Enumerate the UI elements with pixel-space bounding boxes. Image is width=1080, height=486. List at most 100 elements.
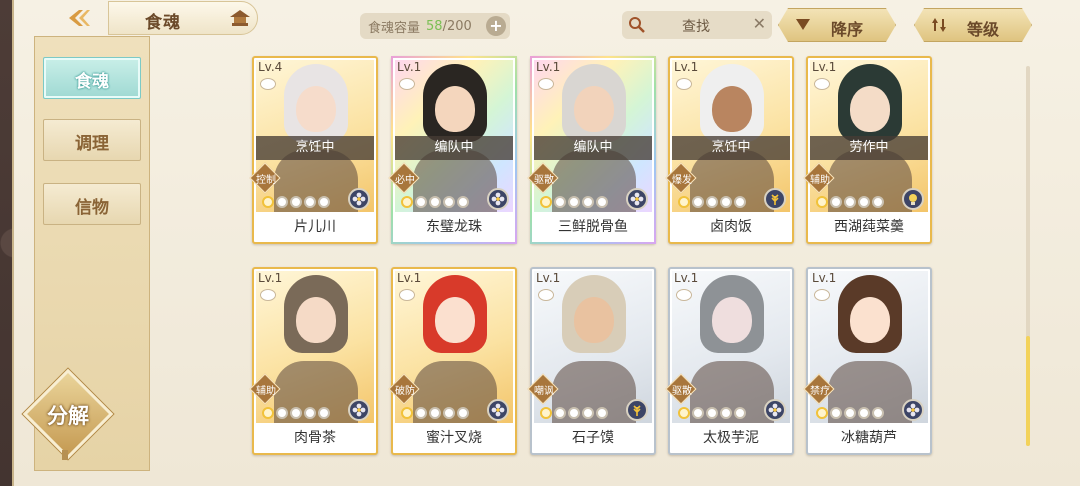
role-badge: 控制 [249,162,281,194]
star-icon [554,407,566,419]
card-status: 劳作中 [810,136,928,160]
star-icon [830,407,842,419]
star-icon [568,196,580,208]
character-card[interactable]: Lv.1 嘲讽 石子馍 [527,267,656,455]
star-icon [844,196,856,208]
star-icon [429,196,441,208]
star-icon [692,407,704,419]
bowl-icon [814,78,830,90]
search-clear-button[interactable]: ✕ [753,14,766,33]
star-icon [276,407,288,419]
character-card[interactable]: Lv.1 劳作中 辅助 西湖莼菜羹 [803,56,932,244]
star-icon [872,196,884,208]
sort-field-button[interactable]: 等级 [914,8,1032,42]
capacity-display: 食魂容量 58 /200 + [360,13,510,39]
role-badge: 禁疗 [803,373,835,405]
card-level: Lv.1 [397,271,422,285]
role-label: 必中 [395,175,415,186]
decompose-button[interactable]: 分解 [22,368,114,460]
card-level: Lv.1 [258,271,283,285]
bowl-icon [538,289,554,301]
star-icon [582,407,594,419]
star-icon [858,196,870,208]
flower-element-icon [487,399,509,421]
star-icon [429,407,441,419]
card-name: 石子馍 [572,430,614,446]
role-badge: 驱散 [527,162,559,194]
face-shape [712,297,752,343]
star-icon [678,196,690,208]
back-arrow-icon [69,10,90,26]
capacity-add-button[interactable]: + [486,16,506,36]
star-rating [401,196,469,210]
star-icon [596,407,608,419]
flower-element-icon [764,399,786,421]
card-status: 编队中 [395,136,513,160]
star-icon [457,196,469,208]
card-level: Lv.1 [536,60,561,74]
tab-xinwu[interactable]: 信物 [43,183,141,225]
card-name: 太极芋泥 [703,430,759,446]
card-level: Lv.1 [397,60,422,74]
flower-element-icon [902,399,924,421]
character-card[interactable]: Lv.1 烹饪中 爆发 卤肉饭 [665,56,794,244]
sort-arrows-icon [931,17,947,33]
star-icon [540,407,552,419]
role-badge: 必中 [388,162,420,194]
card-name: 冰糖葫芦 [841,430,897,446]
role-label: 嘲讽 [534,386,554,397]
search-input[interactable]: 查找 ✕ [622,11,772,39]
triangle-down-icon [795,17,811,31]
role-badge: 辅助 [803,162,835,194]
character-card[interactable]: Lv.1 编队中 驱散 三鲜脱骨鱼 [527,56,656,244]
character-card[interactable]: Lv.1 辅助 肉骨茶 [249,267,378,455]
scrollbar-thumb[interactable] [1026,336,1030,446]
flower-element-icon [348,188,370,210]
back-button[interactable] [54,6,106,30]
star-icon [276,196,288,208]
star-rating [678,196,746,210]
star-icon [401,196,413,208]
tab-shihun[interactable]: 食魂 [43,57,141,99]
capacity-current: 58 [426,18,443,34]
tassel [62,450,68,460]
character-card[interactable]: Lv.1 驱散 太极芋泥 [665,267,794,455]
character-card[interactable]: Lv.1 编队中 必中 东璧龙珠 [388,56,517,244]
card-status: 烹饪中 [256,136,374,160]
sort-order-button[interactable]: 降序 [778,8,896,42]
flower-element-icon [487,188,509,210]
star-icon [734,407,746,419]
role-badge: 嘲讽 [527,373,559,405]
star-icon [304,407,316,419]
sort-field-label: 等级 [967,20,1000,39]
card-name: 片儿川 [294,219,336,235]
character-card[interactable]: Lv.1 破防 蜜汁叉烧 [388,267,517,455]
star-icon [318,196,330,208]
star-icon [318,407,330,419]
card-level: Lv.1 [812,60,837,74]
card-level: Lv.1 [812,271,837,285]
star-rating [816,407,884,421]
star-icon [290,407,302,419]
wheat-element-icon [626,399,648,421]
bulb-element-icon [902,188,924,210]
bowl-icon [399,78,415,90]
bowl-icon [676,289,692,301]
sort-order-label: 降序 [831,20,864,39]
character-card[interactable]: Lv.4 烹饪中 控制 片儿川 [249,56,378,244]
star-icon [304,196,316,208]
star-icon [734,196,746,208]
character-card[interactable]: Lv.1 禁疗冰糖葫芦 [803,267,932,455]
star-rating [262,407,330,421]
search-icon [629,17,645,33]
face-shape [435,86,475,132]
star-icon [844,407,856,419]
capacity-max: /200 [442,18,472,34]
flower-element-icon [348,399,370,421]
face-shape [850,297,890,343]
star-icon [262,196,274,208]
tab-tiaoli[interactable]: 调理 [43,119,141,161]
face-shape [712,86,752,132]
flower-element-icon [626,188,648,210]
bowl-icon [538,78,554,90]
